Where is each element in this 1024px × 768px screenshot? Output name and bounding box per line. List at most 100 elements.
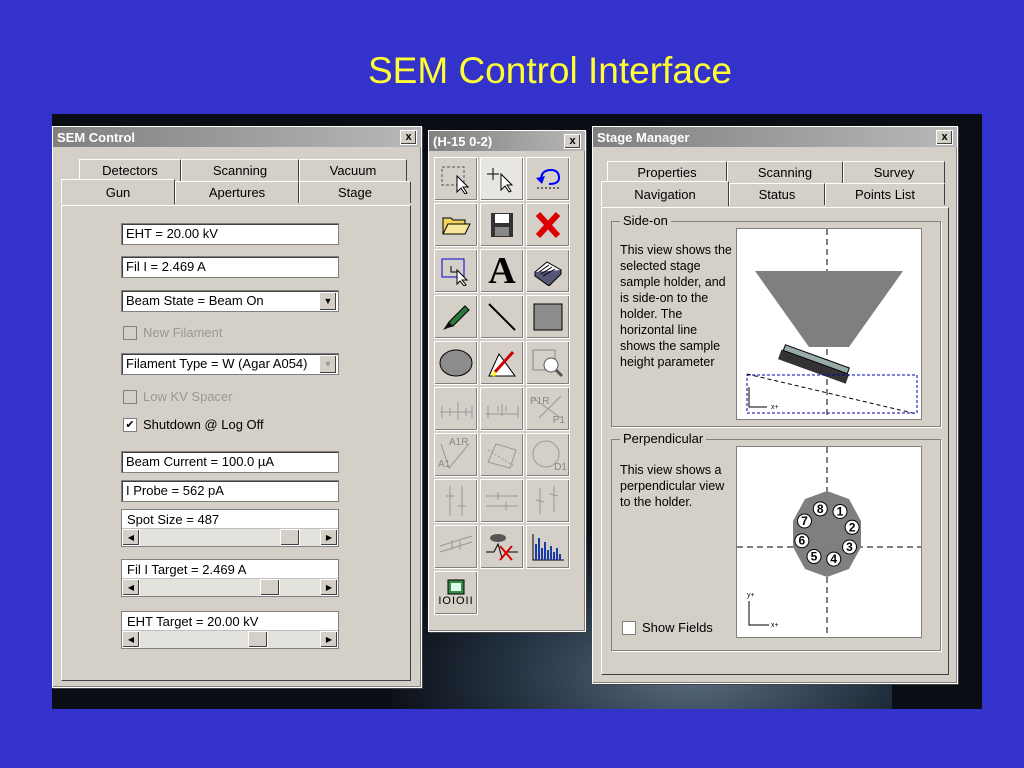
measure-icon[interactable] — [480, 341, 524, 385]
new-filament-checkbox[interactable]: New Filament — [123, 325, 222, 340]
screenshot-area: SEM Control x Detectors Scanning Vacuum … — [52, 114, 982, 709]
text-tool-label: A — [488, 250, 516, 292]
slider-track[interactable]: ◀ ▶ — [122, 578, 338, 596]
open-folder-icon[interactable] — [434, 203, 478, 247]
slide-title: SEM Control Interface — [368, 50, 732, 91]
close-icon[interactable]: x — [936, 129, 953, 145]
angle2-icon[interactable]: A1R A1 — [434, 433, 478, 477]
toolbox-titlebar[interactable]: (H-15 0-2) x — [429, 131, 585, 151]
line-icon[interactable] — [480, 295, 524, 339]
tab-label: Properties — [637, 165, 697, 180]
scroll-left-icon[interactable]: ◀ — [122, 529, 140, 546]
holder-slot-number: 2 — [849, 520, 856, 534]
binary-image-icon[interactable]: IOIOII — [434, 571, 478, 615]
low-kv-label: Low KV Spacer — [143, 389, 233, 404]
sem-control-titlebar[interactable]: SEM Control x — [53, 127, 421, 147]
polygon-icon[interactable] — [480, 433, 524, 477]
tab-navigation[interactable]: Navigation — [601, 181, 729, 206]
scroll-right-icon[interactable]: ▶ — [320, 631, 338, 648]
magnify-icon[interactable] — [526, 341, 570, 385]
fil-target-slider[interactable]: Fil I Target = 2.469 A ◀ ▶ — [121, 559, 339, 597]
pen-icon[interactable] — [434, 295, 478, 339]
slider-track[interactable]: ◀ ▶ — [122, 630, 338, 648]
tab-status[interactable]: Status — [729, 183, 825, 205]
low-kv-checkbox[interactable]: Low KV Spacer — [123, 389, 233, 404]
tab-label: Apertures — [208, 185, 266, 200]
undo-icon[interactable] — [526, 157, 570, 201]
i-probe-field: I Probe = 562 pA — [121, 480, 339, 502]
checkbox-box[interactable] — [123, 389, 137, 404]
eht-target-label: EHT Target = 20.00 kV — [127, 614, 259, 629]
scroll-right-icon[interactable]: ▶ — [320, 579, 338, 596]
horizontal-measure-icon[interactable] — [480, 479, 524, 523]
sem-control-window: SEM Control x Detectors Scanning Vacuum … — [52, 126, 422, 688]
side-on-description: This view shows the selected stage sampl… — [620, 243, 732, 369]
eht-target-slider[interactable]: EHT Target = 20.00 kV ◀ ▶ — [121, 611, 339, 649]
shutdown-checkbox[interactable]: ✔ Shutdown @ Log Off — [123, 417, 264, 432]
holder-slot-number: 3 — [846, 540, 853, 554]
ellipse-icon[interactable] — [434, 341, 478, 385]
stage-manager-titlebar[interactable]: Stage Manager x — [593, 127, 957, 147]
circle-icon[interactable]: D1 — [526, 433, 570, 477]
book-icon[interactable] — [526, 249, 570, 293]
close-icon[interactable]: x — [400, 129, 417, 145]
tab-vacuum[interactable]: Vacuum — [299, 159, 407, 181]
delete-x-icon[interactable] — [526, 203, 570, 247]
filament-type-value: Filament Type = W (Agar A054) — [126, 356, 308, 371]
scale-bar-icon[interactable] — [434, 387, 478, 431]
tab-label: Gun — [105, 184, 131, 200]
holder-slot-number: 6 — [799, 534, 806, 548]
cross-measure-icon[interactable] — [526, 479, 570, 523]
crosshair-icon[interactable] — [480, 157, 524, 201]
toolbox-window: (H-15 0-2) x A P1R P1 A1R A1 D1 IOIOII — [428, 130, 586, 632]
chevron-down-icon[interactable]: ▼ — [319, 355, 337, 374]
tab-detectors[interactable]: Detectors — [79, 159, 181, 181]
chevron-down-icon[interactable]: ▼ — [319, 292, 337, 311]
zoom-rect-icon[interactable] — [434, 249, 478, 293]
scroll-right-icon[interactable]: ▶ — [320, 529, 338, 546]
beam-state-dropdown[interactable]: Beam State = Beam On ▼ — [121, 290, 339, 312]
angle-icon[interactable]: P1R P1 — [526, 387, 570, 431]
holder-slot-number: 7 — [801, 514, 808, 528]
tab-stage[interactable]: Stage — [299, 181, 411, 203]
checkbox-box[interactable] — [622, 620, 636, 635]
vertical-measure-icon[interactable] — [434, 479, 478, 523]
slider-thumb[interactable] — [280, 529, 300, 546]
checkmark-icon[interactable]: ✔ — [123, 417, 137, 432]
slider-thumb[interactable] — [248, 631, 268, 648]
select-region-icon[interactable] — [434, 157, 478, 201]
checkbox-box[interactable] — [123, 325, 137, 340]
tab-gun[interactable]: Gun — [61, 179, 175, 204]
tab-label: Survey — [873, 165, 915, 180]
filament-type-dropdown[interactable]: Filament Type = W (Agar A054) ▼ — [121, 353, 339, 375]
tab-survey[interactable]: Survey — [843, 161, 945, 183]
rectangle-icon[interactable] — [526, 295, 570, 339]
tab-scanning[interactable]: Scanning — [181, 159, 299, 181]
diagonal-measure-icon[interactable] — [434, 525, 478, 569]
tab-points-list[interactable]: Points List — [825, 183, 945, 205]
slider-thumb[interactable] — [260, 579, 280, 596]
spot-size-slider[interactable]: Spot Size = 487 ◀ ▶ — [121, 509, 339, 547]
tool-grid: A P1R P1 A1R A1 D1 IOIOII — [434, 157, 574, 627]
fil-target-label: Fil I Target = 2.469 A — [127, 562, 247, 577]
close-icon[interactable]: x — [564, 133, 581, 149]
text-A-icon[interactable]: A — [480, 249, 524, 293]
scroll-left-icon[interactable]: ◀ — [122, 579, 140, 596]
show-fields-checkbox[interactable]: Show Fields — [622, 620, 713, 635]
save-disk-icon[interactable] — [480, 203, 524, 247]
scale-bar2-icon[interactable] — [480, 387, 524, 431]
beam-current-field: Beam Current = 100.0 µA — [121, 451, 339, 473]
side-on-group: Side-on This view shows the selected sta… — [611, 213, 941, 427]
tab-scanning[interactable]: Scanning — [727, 161, 843, 183]
spectrum-icon[interactable] — [480, 525, 524, 569]
tab-label: Scanning — [757, 165, 813, 180]
shutdown-label: Shutdown @ Log Off — [143, 417, 264, 432]
tab-label: Points List — [855, 187, 915, 202]
histogram-icon[interactable] — [526, 525, 570, 569]
tab-properties[interactable]: Properties — [607, 161, 727, 183]
x-axis-label: x+ — [771, 404, 779, 411]
slider-track[interactable]: ◀ ▶ — [122, 528, 338, 546]
tab-label: Stage — [338, 185, 372, 200]
scroll-left-icon[interactable]: ◀ — [122, 631, 140, 648]
tab-apertures[interactable]: Apertures — [175, 181, 299, 203]
